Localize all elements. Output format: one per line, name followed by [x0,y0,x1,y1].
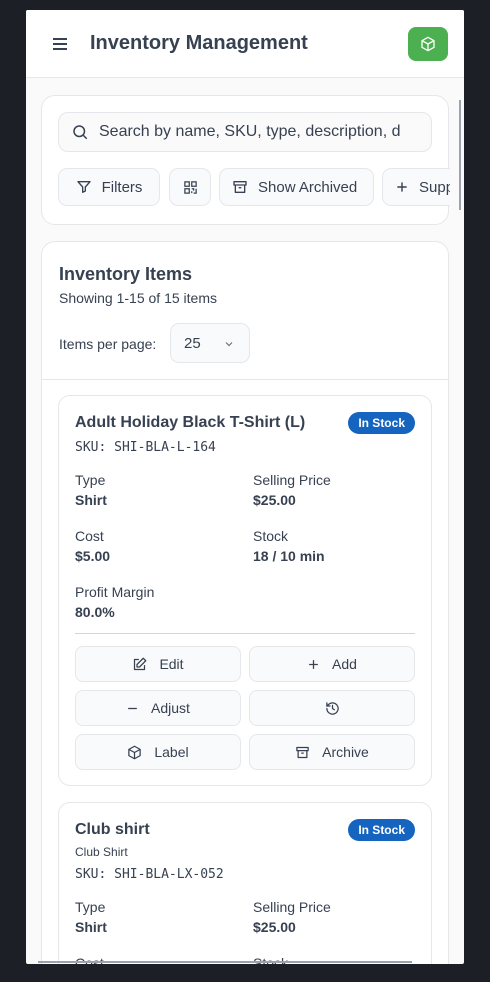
status-badge: In Stock [348,412,415,434]
filters-button[interactable]: Filters [58,168,160,206]
stock-value: 18 / 10 min [253,548,325,564]
item-sku: SKU: SHI-BLA-L-164 [75,440,216,455]
profit-margin-value: 80.0% [75,604,115,620]
add-stock-button[interactable]: Add [249,646,415,682]
type-label: Type [75,472,106,488]
per-page-select[interactable]: 25 [170,323,250,363]
cost-label: Cost [75,528,104,544]
item-description: Club Shirt [75,845,128,859]
hamburger-icon[interactable] [50,34,70,54]
item-sku: SKU: SHI-BLA-LX-052 [75,867,224,882]
per-page-value: 25 [184,334,201,352]
package-logo-button[interactable] [408,26,448,61]
filters-label: Filters [101,178,143,196]
filter-icon [76,179,92,195]
item-name: Adult Holiday Black T-Shirt (L) [75,414,306,431]
type-label: Type [75,899,106,915]
history-icon [325,701,340,716]
edit-icon [132,657,147,672]
plus-icon [307,658,320,671]
search-icon [71,123,89,141]
show-archived-button[interactable]: Show Archived [219,168,374,206]
stock-label: Stock [253,528,289,544]
selling-price-value: $25.00 [253,919,296,935]
plus-icon [395,180,409,194]
edit-label: Edit [159,656,184,672]
suppliers-button[interactable]: Suppli [382,168,450,206]
minus-icon [126,702,139,715]
top-bar: Inventory Management [26,10,464,78]
label-label: Label [154,744,189,760]
archive-button[interactable]: Archive [249,734,415,770]
type-value: Shirt [75,919,107,935]
history-button[interactable] [249,690,415,726]
divider [75,633,415,634]
selling-price-label: Selling Price [253,899,331,915]
cost-value: $5.00 [75,548,111,564]
inventory-item-card: Adult Holiday Black T-Shirt (L) In Stock… [58,395,432,786]
archive-box-icon [295,745,310,760]
item-name: Club shirt [75,821,150,838]
search-field[interactable] [58,112,432,152]
status-badge: In Stock [348,819,415,841]
divider [42,379,448,380]
archive-label: Archive [322,744,369,760]
page-title: Inventory Management [90,32,308,54]
qr-scan-button[interactable] [169,168,211,206]
list-title: Inventory Items [59,264,193,284]
archive-box-icon [232,179,248,195]
label-button[interactable]: Label [75,734,241,770]
chevron-down-icon [223,338,235,350]
selling-price-label: Selling Price [253,472,331,488]
per-page-label: Items per page: [59,336,157,352]
qr-code-icon [183,180,198,195]
profit-margin-label: Profit Margin [75,584,155,600]
selling-price-value: $25.00 [253,492,296,508]
package-icon [420,36,436,52]
search-card: Filters Show Archived Suppli [41,95,450,225]
inventory-item-card: Club shirt In Stock Club Shirt SKU: SHI-… [58,802,432,964]
toolbar: Filters Show Archived Suppli [58,168,450,208]
app-window: Inventory Management Filters [26,10,464,964]
page-scrollbar[interactable] [38,961,412,963]
edit-button[interactable]: Edit [75,646,241,682]
toolbar-scrollbar[interactable] [459,100,461,210]
adjust-button[interactable]: Adjust [75,690,241,726]
package-icon [127,745,142,760]
suppliers-label: Suppli [419,178,450,196]
show-archived-label: Show Archived [258,178,358,196]
search-input[interactable] [99,123,429,141]
add-label: Add [332,656,357,672]
item-count-text: Showing 1-15 of 15 items [59,290,217,306]
adjust-label: Adjust [151,700,190,716]
type-value: Shirt [75,492,107,508]
